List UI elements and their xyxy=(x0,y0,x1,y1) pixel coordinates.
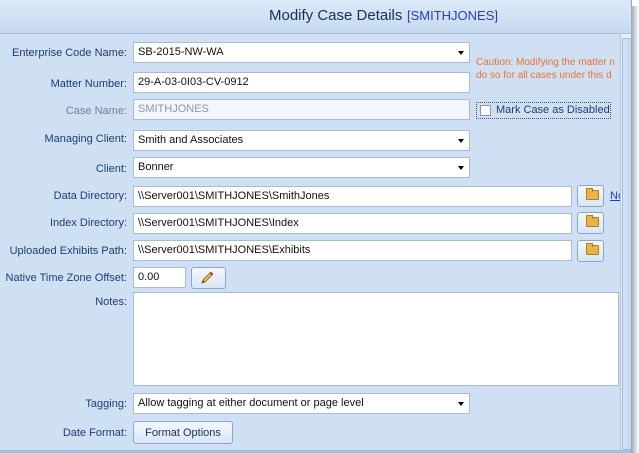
tagging-value: Allow tagging at either document or page… xyxy=(138,397,364,409)
client-value: Bonner xyxy=(138,161,174,173)
chevron-down-icon xyxy=(458,51,464,55)
client-label: Client: xyxy=(95,163,127,175)
format-options-button[interactable]: Format Options xyxy=(133,421,233,444)
matter-number-input[interactable]: 29-A-03-0I03-CV-0912 xyxy=(133,72,470,93)
caution-text-line1: Caution: Modifying the matter n xyxy=(476,57,615,68)
case-tag: [SMITHJONES] xyxy=(407,8,499,23)
mark-disabled-checkbox[interactable]: Mark Case as Disabled xyxy=(476,102,611,119)
tagging-label: Tagging: xyxy=(85,398,127,410)
chevron-down-icon xyxy=(458,402,464,406)
folder-icon xyxy=(586,243,599,255)
folder-icon xyxy=(586,215,599,227)
chevron-down-icon xyxy=(458,166,464,170)
pencil-icon xyxy=(201,271,214,284)
index-directory-label: Index Directory: xyxy=(49,217,127,229)
index-directory-input[interactable]: \\Server001\SMITHJONES\Index xyxy=(133,213,572,234)
data-directory-browse-button[interactable] xyxy=(577,185,604,207)
mark-disabled-label: Mark Case as Disabled xyxy=(496,104,610,116)
tagging-select[interactable]: Allow tagging at either document or page… xyxy=(133,393,470,414)
edit-offset-button[interactable] xyxy=(191,267,226,289)
notes-label: Notes: xyxy=(95,296,127,308)
data-directory-input[interactable]: \\Server001\SMITHJONES\SmithJones xyxy=(133,186,572,207)
chevron-down-icon xyxy=(458,139,464,143)
enterprise-code-value: SB-2015-NW-WA xyxy=(138,46,224,58)
enterprise-code-label: Enterprise Code Name: xyxy=(12,47,127,59)
window-shadow xyxy=(631,6,639,453)
checkbox-box[interactable] xyxy=(480,105,491,116)
uploaded-exhibits-browse-button[interactable] xyxy=(577,240,604,262)
title-bar: Modify Case Details [SMITHJONES] xyxy=(0,0,631,34)
uploaded-exhibits-input[interactable]: \\Server001\SMITHJONES\Exhibits xyxy=(133,240,572,261)
case-name-label: Case Name: xyxy=(65,105,127,117)
enterprise-code-select[interactable]: SB-2015-NW-WA xyxy=(133,42,470,63)
managing-client-value: Smith and Associates xyxy=(138,134,244,146)
time-zone-offset-input[interactable]: 0.00 xyxy=(133,267,186,288)
caution-text-line2: do so for all cases under this d xyxy=(476,70,612,81)
uploaded-exhibits-label: Uploaded Exhibits Path: xyxy=(9,245,127,257)
client-select[interactable]: Bonner xyxy=(133,157,470,178)
modify-case-details-window: Modify Case Details [SMITHJONES] Enterpr… xyxy=(0,0,632,453)
date-format-label: Date Format: xyxy=(62,427,127,439)
data-directory-label: Data Directory: xyxy=(53,190,127,202)
matter-number-label: Matter Number: xyxy=(50,78,127,90)
notes-textarea[interactable] xyxy=(133,292,619,386)
window-title: Modify Case Details xyxy=(269,7,403,24)
time-zone-offset-label: Native Time Zone Offset: xyxy=(5,272,127,284)
managing-client-select[interactable]: Smith and Associates xyxy=(133,130,470,151)
index-directory-browse-button[interactable] xyxy=(577,212,604,234)
case-name-input[interactable]: SMITHJONES xyxy=(133,99,470,120)
managing-client-label: Managing Client: xyxy=(44,133,127,145)
folder-icon xyxy=(586,188,599,200)
format-options-label: Format Options xyxy=(145,427,221,439)
